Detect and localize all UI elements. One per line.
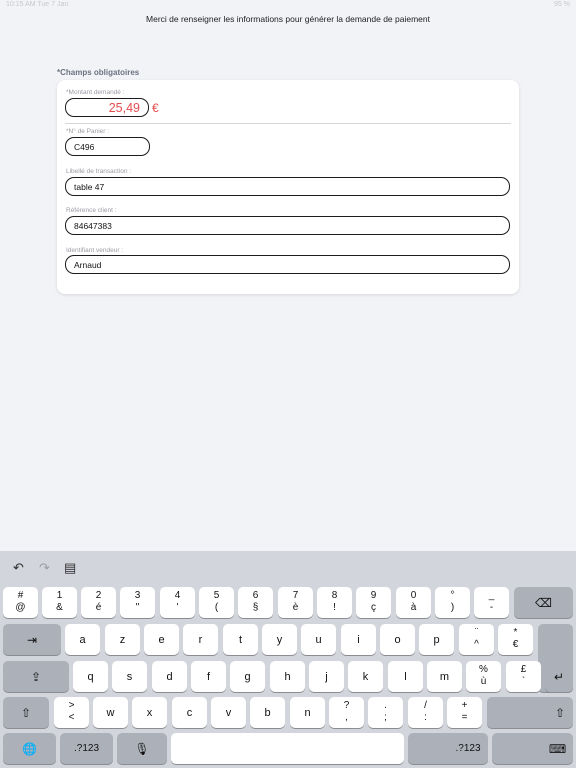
key-j[interactable]: j	[309, 661, 344, 692]
key-y[interactable]: y	[262, 624, 297, 655]
key-5[interactable]: 5(	[199, 587, 234, 618]
key-z[interactable]: z	[105, 624, 140, 655]
key-question[interactable]: ?,	[329, 697, 364, 728]
hide-keyboard-key[interactable]: ⌨	[492, 733, 573, 764]
key-1[interactable]: 1 &	[42, 587, 77, 618]
return-key[interactable]: ↵	[545, 661, 573, 692]
key-c[interactable]: c	[172, 697, 207, 728]
required-fields-label: *Champs obligatoires	[57, 68, 140, 77]
key-p[interactable]: p	[419, 624, 454, 655]
seller-label: Identifiant vendeur :	[66, 247, 124, 254]
key-q[interactable]: q	[73, 661, 108, 692]
key-s[interactable]: s	[112, 661, 147, 692]
shift-right-key[interactable]: ⇧	[487, 697, 573, 728]
key-d[interactable]: d	[152, 661, 187, 692]
status-bar: 10:15 AM Tue 7 Jan 95 %	[0, 0, 576, 12]
tab-key[interactable]: ⇥	[3, 624, 61, 655]
on-screen-keyboard: ↶ ↷ ▤ # @ 1 & 2é 3 " 4 ' 5( 6 § 7è 8! 9ç 0à °…	[0, 551, 576, 768]
key-percent[interactable]: % ù	[466, 661, 501, 692]
globe-key[interactable]: 🌐	[3, 733, 56, 764]
key-m[interactable]: m	[427, 661, 462, 692]
key-k[interactable]: k	[348, 661, 383, 692]
key-6[interactable]: 6 §	[238, 587, 273, 618]
key-caret[interactable]: ¨ ^	[459, 624, 494, 655]
cart-number-input[interactable]: C496	[65, 137, 150, 156]
globe-icon: 🌐	[22, 741, 37, 756]
status-time: 10:15 AM Tue 7 Jan	[6, 1, 69, 8]
key-slash[interactable]: /:	[408, 697, 443, 728]
key-2[interactable]: 2é	[81, 587, 116, 618]
key-greater[interactable]: > <	[54, 697, 89, 728]
undo-icon[interactable]: ↶	[13, 560, 24, 576]
key-e[interactable]: e	[144, 624, 179, 655]
key-4[interactable]: 4 '	[160, 587, 195, 618]
key-u[interactable]: u	[301, 624, 336, 655]
key-0[interactable]: 0à	[396, 587, 431, 618]
key-w[interactable]: w	[93, 697, 128, 728]
seller-id-input[interactable]: Arnaud	[65, 255, 510, 274]
key-hash[interactable]: # @	[3, 587, 38, 618]
shift-left-key[interactable]: ⇧	[3, 697, 49, 728]
key-pound[interactable]: £ `	[506, 661, 541, 692]
return-icon: ↵	[553, 669, 565, 684]
key-i[interactable]: i	[341, 624, 376, 655]
key-l[interactable]: l	[388, 661, 423, 692]
key-o[interactable]: o	[380, 624, 415, 655]
transaction-label-input[interactable]: table 47	[65, 177, 510, 196]
numbers-key-left[interactable]: .?123	[60, 733, 113, 764]
instruction-text: Merci de renseigner les informations pou…	[146, 14, 430, 24]
redo-icon[interactable]: ↷	[39, 560, 50, 576]
key-v[interactable]: v	[211, 697, 246, 728]
client-ref-label: Référence client :	[66, 207, 117, 214]
paste-icon[interactable]: ▤	[64, 560, 76, 576]
dictation-key[interactable]: 🎙	[117, 733, 167, 764]
key-b[interactable]: b	[250, 697, 285, 728]
client-reference-input[interactable]: 84647383	[65, 216, 510, 235]
payment-form-card: *Montant demandé : 25,49 € *N° de Panier…	[57, 80, 519, 294]
hide-keyboard-icon: ⌨	[548, 741, 567, 756]
key-9[interactable]: 9ç	[356, 587, 391, 618]
key-h[interactable]: h	[270, 661, 305, 692]
key-g[interactable]: g	[230, 661, 265, 692]
key-n[interactable]: n	[290, 697, 325, 728]
shift-icon: ⇧	[20, 705, 32, 720]
amount-input[interactable]: 25,49	[65, 98, 149, 117]
caps-lock-key[interactable]: ⇪	[3, 661, 69, 692]
key-3[interactable]: 3 "	[120, 587, 155, 618]
key-period[interactable]: .;	[368, 697, 403, 728]
key-r[interactable]: r	[183, 624, 218, 655]
key-7[interactable]: 7è	[278, 587, 313, 618]
divider	[65, 123, 511, 124]
tab-icon: ⇥	[26, 632, 38, 647]
cart-label: *N° de Panier :	[66, 128, 110, 135]
currency-symbol: €	[152, 101, 159, 115]
key-x[interactable]: x	[132, 697, 167, 728]
transaction-label: Libellé de transaction :	[66, 168, 132, 175]
backspace-icon: ⌫	[535, 595, 552, 610]
caps-lock-icon: ⇪	[30, 669, 42, 684]
space-bar[interactable]	[171, 733, 404, 764]
backspace-key[interactable]: ⌫	[514, 587, 573, 618]
amount-label: *Montant demandé :	[66, 89, 125, 96]
key-degree[interactable]: °)	[435, 587, 470, 618]
numbers-key-right[interactable]: .?123	[408, 733, 488, 764]
microphone-icon: 🎙	[134, 741, 150, 756]
key-plus[interactable]: + =	[447, 697, 482, 728]
key-8[interactable]: 8!	[317, 587, 352, 618]
key-underscore[interactable]: _ -	[474, 587, 509, 618]
key-t[interactable]: t	[223, 624, 258, 655]
shift-icon: ⇧	[554, 705, 566, 720]
status-battery: 95 %	[554, 1, 570, 8]
keyboard-toolbar: ↶ ↷ ▤	[0, 551, 576, 584]
key-f[interactable]: f	[191, 661, 226, 692]
key-a[interactable]: a	[65, 624, 100, 655]
key-asterisk[interactable]: * €	[498, 624, 533, 655]
